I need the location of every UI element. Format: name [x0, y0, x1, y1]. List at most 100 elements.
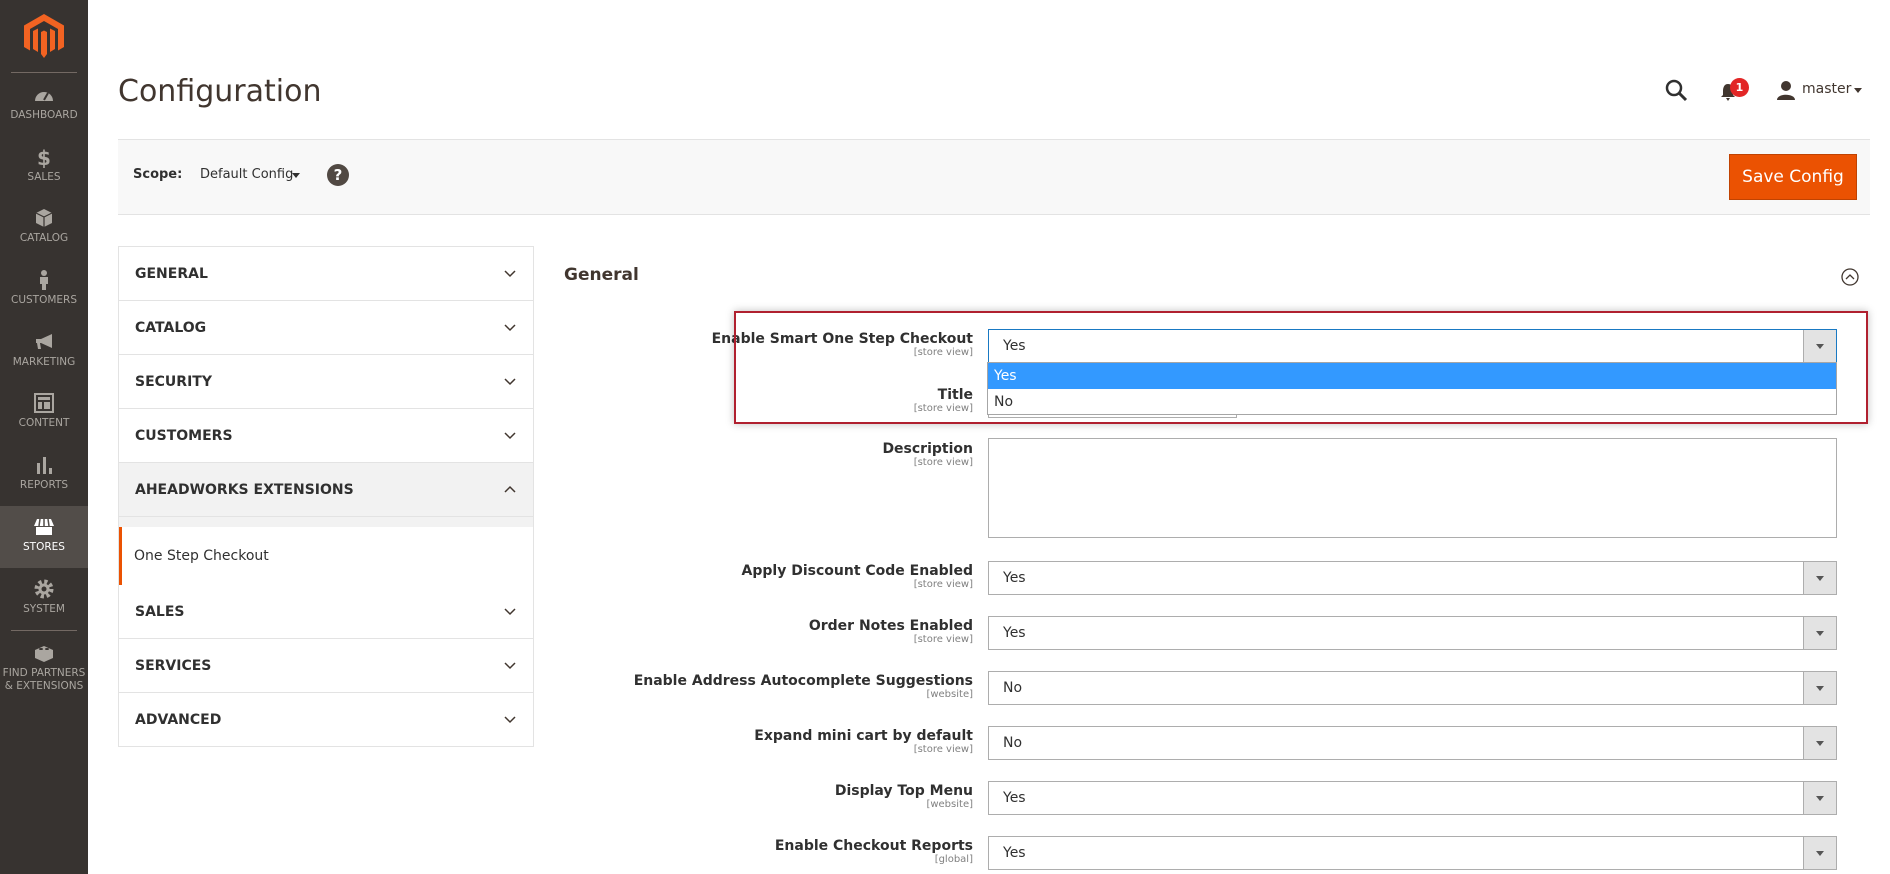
- nav-marketing[interactable]: MARKETING: [0, 321, 88, 383]
- nav-content[interactable]: CONTENT: [0, 382, 88, 444]
- apply-discount-select[interactable]: Yes: [988, 561, 1837, 595]
- chevron-down-icon: [1803, 837, 1836, 869]
- svg-text:$: $: [37, 146, 51, 168]
- nav-label: & EXTENSIONS: [4, 680, 84, 692]
- tab-services[interactable]: SERVICES: [119, 639, 533, 693]
- notification-badge: 1: [1730, 78, 1749, 97]
- tab-label: SALES: [135, 604, 185, 620]
- save-config-button[interactable]: Save Config: [1729, 154, 1857, 200]
- field-label: Description [store view]: [882, 441, 973, 468]
- nav-label: CONTENT: [18, 417, 70, 429]
- annotation-highlight-box: [734, 311, 1868, 424]
- field-label: Order Notes Enabled [store view]: [808, 618, 973, 645]
- page-title: Configuration: [118, 74, 322, 109]
- tab-label: GENERAL: [135, 266, 208, 282]
- scope-label: Scope:: [133, 167, 183, 182]
- tab-aheadworks-extensions[interactable]: AHEADWORKS EXTENSIONS: [119, 463, 533, 517]
- chevron-down-icon: [1803, 672, 1836, 704]
- nav-label: DASHBOARD: [10, 109, 78, 121]
- scope-bar: Scope: Default Config ?: [118, 139, 1870, 215]
- tab-subitems: One Step Checkout: [119, 517, 533, 585]
- admin-sidebar: DASHBOARD $ SALES CATALOG CUSTOMERS MARKE…: [0, 0, 88, 874]
- magento-logo[interactable]: [24, 14, 64, 58]
- field-label: Expand mini cart by default [store view]: [754, 728, 973, 755]
- divider: [11, 72, 77, 73]
- display-top-menu-select[interactable]: Yes: [988, 781, 1837, 815]
- nav-label: STORES: [23, 541, 65, 553]
- caret-down-icon: [292, 173, 300, 178]
- chevron-down-icon: [1803, 727, 1836, 759]
- gear-icon: [34, 579, 54, 599]
- megaphone-icon: [36, 334, 52, 349]
- collapse-icon[interactable]: [1840, 267, 1860, 287]
- tab-customers[interactable]: CUSTOMERS: [119, 409, 533, 463]
- chevron-down-icon: [504, 378, 516, 386]
- nav-label: REPORTS: [19, 479, 69, 491]
- caret-down-icon: [1854, 88, 1862, 93]
- tab-general[interactable]: GENERAL: [119, 247, 533, 301]
- nav-find-partners[interactable]: FIND PARTNERS & EXTENSIONS: [0, 632, 88, 702]
- description-textarea[interactable]: [988, 438, 1837, 538]
- person-icon: [40, 270, 48, 290]
- nav-stores[interactable]: STORES: [0, 506, 88, 568]
- tab-advanced[interactable]: ADVANCED: [119, 693, 533, 747]
- checkout-reports-select[interactable]: Yes: [988, 836, 1837, 870]
- section-title[interactable]: General: [564, 265, 639, 285]
- tab-label: CATALOG: [135, 320, 207, 336]
- address-autocomplete-select[interactable]: No: [988, 671, 1837, 705]
- search-icon[interactable]: [1664, 78, 1688, 102]
- field-label: Enable Checkout Reports [global]: [774, 838, 973, 865]
- nav-dashboard[interactable]: DASHBOARD: [0, 74, 88, 136]
- tab-label: ADVANCED: [135, 712, 222, 728]
- scope-switcher[interactable]: Default Config: [200, 164, 310, 186]
- bar-chart-icon: [37, 457, 52, 474]
- chevron-down-icon: [504, 662, 516, 670]
- nav-catalog[interactable]: CATALOG: [0, 197, 88, 259]
- tab-label: AHEADWORKS EXTENSIONS: [135, 482, 354, 498]
- store-icon: [34, 518, 54, 535]
- help-icon[interactable]: ?: [327, 164, 349, 186]
- user-icon: [1777, 81, 1795, 100]
- expand-mini-cart-select[interactable]: No: [988, 726, 1837, 760]
- scope-value: Default Config: [200, 167, 294, 182]
- layout-icon: [34, 393, 54, 413]
- chevron-down-icon: [504, 270, 516, 278]
- chevron-down-icon: [1803, 562, 1836, 594]
- chevron-up-icon: [504, 485, 516, 493]
- user-menu[interactable]: master: [1776, 80, 1868, 102]
- tab-label: CUSTOMERS: [135, 428, 233, 444]
- notifications-button[interactable]: 1: [1718, 78, 1754, 104]
- chevron-down-icon: [1803, 617, 1836, 649]
- chevron-down-icon: [504, 608, 516, 616]
- tab-label: SECURITY: [135, 374, 212, 390]
- nav-reports[interactable]: REPORTS: [0, 444, 88, 506]
- dashboard-icon: [35, 92, 53, 101]
- lego-icon: [35, 646, 53, 662]
- nav-label: CUSTOMERS: [10, 294, 77, 306]
- tab-sales[interactable]: SALES: [119, 585, 533, 639]
- nav-system[interactable]: SYSTEM: [0, 568, 88, 630]
- box-icon: [35, 209, 53, 227]
- nav-label: MARKETING: [12, 356, 76, 368]
- nav-label: CATALOG: [19, 232, 69, 244]
- chevron-down-icon: [504, 324, 516, 332]
- chevron-down-icon: [504, 432, 516, 440]
- field-label: Display Top Menu [website]: [834, 783, 973, 810]
- nav-label: SYSTEM: [23, 603, 65, 615]
- nav-sales[interactable]: $ SALES: [0, 136, 88, 198]
- chevron-down-icon: [504, 716, 516, 724]
- dollar-icon: $: [37, 146, 51, 168]
- nav-label: SALES: [27, 171, 61, 183]
- config-tabs: GENERAL CATALOG SECURITY CUSTOMERS AHEAD…: [118, 246, 534, 747]
- divider: [11, 630, 77, 631]
- tab-one-step-checkout[interactable]: One Step Checkout: [119, 527, 533, 585]
- field-label: Enable Address Autocomplete Suggestions[…: [633, 673, 973, 700]
- order-notes-select[interactable]: Yes: [988, 616, 1837, 650]
- tab-label: SERVICES: [135, 658, 212, 674]
- nav-label: FIND PARTNERS: [2, 667, 86, 679]
- nav-customers[interactable]: CUSTOMERS: [0, 259, 88, 321]
- tab-security[interactable]: SECURITY: [119, 355, 533, 409]
- chevron-down-icon: [1803, 782, 1836, 814]
- tab-catalog[interactable]: CATALOG: [119, 301, 533, 355]
- username: master: [1802, 81, 1852, 97]
